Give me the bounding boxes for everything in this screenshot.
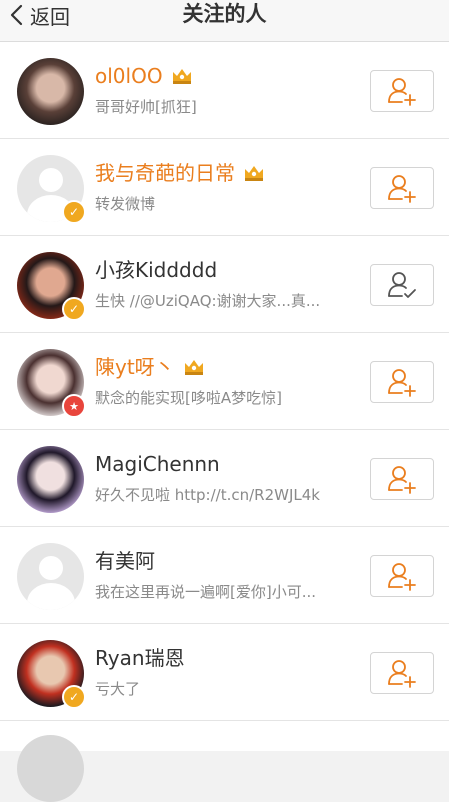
- user-add-icon: [388, 563, 416, 591]
- user-name-row: ol0lOO: [95, 62, 349, 90]
- user-name[interactable]: Ryan瑞恩: [95, 644, 185, 672]
- vip-crown-icon[interactable]: [171, 67, 193, 85]
- list-item[interactable]: 有美阿我在这里再说一遍啊[爱你]小可...: [0, 527, 449, 624]
- verified-v-icon: ✓: [62, 685, 86, 709]
- vip-crown-icon[interactable]: [183, 358, 205, 376]
- user-add-icon: [388, 369, 416, 397]
- user-add-icon: [388, 660, 416, 688]
- user-description: 好久不见啦 http://t.cn/R2WJL4k: [95, 486, 320, 504]
- avatar[interactable]: [17, 543, 84, 610]
- user-name[interactable]: 我与奇葩的日常: [95, 159, 235, 187]
- avatar[interactable]: [17, 446, 84, 513]
- avatar[interactable]: ✓: [17, 640, 86, 709]
- user-add-icon: [388, 466, 416, 494]
- avatar-photo: [17, 58, 84, 125]
- user-description: 默念的能实现[哆啦A梦吃惊]: [95, 389, 282, 407]
- avatar[interactable]: ✓: [17, 252, 86, 321]
- avatar-photo: [17, 446, 84, 513]
- user-name[interactable]: MagiChennn: [95, 450, 220, 478]
- user-info: ol0lOO 哥哥好帅[抓狂]: [95, 62, 349, 117]
- user-name[interactable]: 陳yt呀丶: [95, 353, 175, 381]
- user-info: 有美阿我在这里再说一遍啊[爱你]小可...: [95, 547, 349, 602]
- verified-v-icon: ✓: [62, 200, 86, 224]
- follow-button[interactable]: [370, 458, 434, 500]
- star-icon: ★: [62, 394, 86, 418]
- user-name-row: 陳yt呀丶: [95, 353, 349, 381]
- user-name[interactable]: 有美阿: [95, 547, 155, 575]
- follow-button[interactable]: [370, 555, 434, 597]
- avatar[interactable]: ✓: [17, 155, 86, 224]
- user-name[interactable]: 小孩Kiddddd: [95, 256, 217, 284]
- list-item[interactable]: MagiChennn 好久不见啦 http://t.cn/R2WJL4k: [0, 430, 449, 527]
- user-check-icon: [388, 272, 416, 298]
- user-description: 生快 //@UziQAQ:谢谢大家...真...: [95, 292, 321, 310]
- user-description: 转发微博: [95, 195, 156, 213]
- follow-button[interactable]: [370, 167, 434, 209]
- user-add-icon: [388, 78, 416, 106]
- list-item[interactable]: ★ 陳yt呀丶默念的能实现[哆啦A梦吃惊]: [0, 333, 449, 430]
- user-name-row: 小孩Kiddddd: [95, 256, 349, 284]
- nav-bar: 返回 关注的人: [0, 0, 449, 42]
- following-button[interactable]: [370, 264, 434, 306]
- user-name[interactable]: ol0lOO: [95, 62, 163, 90]
- list-item[interactable]: ✓ 小孩Kiddddd 生快 //@UziQAQ:谢谢大家...真...: [0, 236, 449, 333]
- user-name-row: Ryan瑞恩: [95, 644, 349, 672]
- user-description: 亏大了: [95, 680, 141, 698]
- list-item-partial[interactable]: [0, 721, 449, 802]
- user-name-row: 有美阿: [95, 547, 349, 575]
- user-info: MagiChennn 好久不见啦 http://t.cn/R2WJL4k: [95, 450, 349, 505]
- user-name-row: MagiChennn: [95, 450, 349, 478]
- user-info: 我与奇葩的日常转发微博: [95, 159, 349, 214]
- avatar: [17, 735, 84, 802]
- user-description: 哥哥好帅[抓狂]: [95, 98, 197, 116]
- page-title: 关注的人: [182, 2, 267, 26]
- avatar[interactable]: ★: [17, 349, 86, 418]
- user-add-icon: [388, 175, 416, 203]
- user-info: Ryan瑞恩亏大了: [95, 644, 349, 699]
- user-description: 我在这里再说一遍啊[爱你]小可...: [95, 583, 317, 601]
- following-list: ol0lOO 哥哥好帅[抓狂] ✓ 我与奇葩的日常转发微博 ✓ 小孩Kiddddd 生快 /…: [0, 42, 449, 802]
- follow-button[interactable]: [370, 652, 434, 694]
- vip-crown-icon[interactable]: [243, 164, 265, 182]
- follow-button[interactable]: [370, 70, 434, 112]
- default-avatar-icon: [17, 543, 84, 610]
- follow-button[interactable]: [370, 361, 434, 403]
- list-item[interactable]: ✓ 我与奇葩的日常转发微博: [0, 139, 449, 236]
- list-item[interactable]: ol0lOO 哥哥好帅[抓狂]: [0, 42, 449, 139]
- user-info: 小孩Kiddddd 生快 //@UziQAQ:谢谢大家...真...: [95, 256, 349, 311]
- verified-v-icon: ✓: [62, 297, 86, 321]
- list-item[interactable]: ✓ Ryan瑞恩亏大了: [0, 624, 449, 721]
- user-name-row: 我与奇葩的日常: [95, 159, 349, 187]
- avatar[interactable]: [17, 58, 84, 125]
- user-info: 陳yt呀丶默念的能实现[哆啦A梦吃惊]: [95, 353, 349, 408]
